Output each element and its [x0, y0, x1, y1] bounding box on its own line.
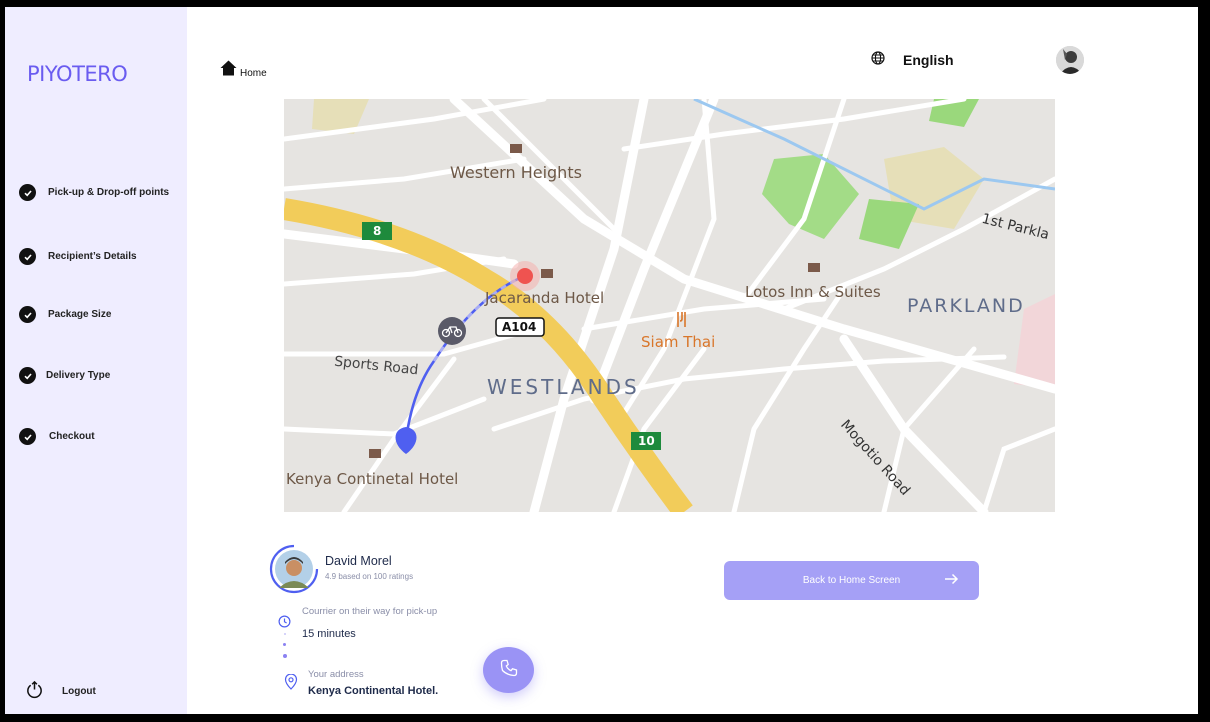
timeline-dot — [284, 633, 286, 635]
step-label: Checkout — [49, 431, 95, 442]
logout-button[interactable]: Logout — [25, 680, 96, 702]
route-label-a104: A104 — [502, 320, 537, 334]
check-icon — [19, 306, 36, 323]
pickup-marker[interactable] — [517, 268, 533, 284]
step-label: Recipient’s Details — [48, 251, 137, 262]
clock-icon — [278, 615, 291, 633]
timeline-dot — [283, 643, 286, 646]
check-icon — [19, 184, 36, 201]
timeline-dot — [283, 654, 287, 658]
map-label-parkland: PARKLAND — [907, 295, 1025, 317]
map-label-westlands: WESTLANDS — [487, 375, 640, 399]
language-label: English — [903, 51, 954, 68]
user-avatar[interactable] — [1056, 46, 1084, 74]
map-view[interactable]: Western Heights Jacaranda Hotel Lotos In… — [284, 99, 1055, 512]
arrow-right-icon — [944, 573, 959, 588]
back-to-home-button[interactable]: Back to Home Screen — [724, 561, 979, 600]
breadcrumb-home: Home — [240, 68, 267, 79]
power-icon — [25, 680, 44, 702]
courier-name: David Morel — [325, 554, 392, 568]
check-icon — [19, 428, 36, 445]
app-logo[interactable]: PIYOTERO — [27, 62, 128, 86]
address-label: Your address — [308, 669, 364, 680]
courier-avatar[interactable] — [269, 544, 319, 594]
route-label-8: 8 — [373, 224, 382, 238]
location-pin-icon — [284, 673, 298, 695]
step-checkout[interactable]: Checkout — [19, 428, 95, 445]
home-icon — [220, 60, 237, 79]
language-selector[interactable]: English — [871, 51, 954, 68]
courier-status-label: Courrier on their way for pick-up — [302, 606, 438, 617]
route-label-10: 10 — [638, 434, 655, 448]
globe-icon — [871, 51, 885, 68]
main-content: Home English Western Heights Jacaranda H… — [187, 7, 1198, 714]
sidebar: PIYOTERO Pick-up & Drop-off points Recip… — [5, 7, 187, 714]
step-recipient-details[interactable]: Recipient’s Details — [19, 248, 137, 265]
courier-eta: 15 minutes — [302, 628, 356, 640]
step-pickup-dropoff[interactable]: Pick-up & Drop-off points — [19, 184, 169, 201]
check-icon — [19, 248, 36, 265]
step-package-size[interactable]: Package Size — [19, 306, 111, 323]
step-delivery-type[interactable]: Delivery Type — [19, 367, 110, 384]
app-window: PIYOTERO Pick-up & Drop-off points Recip… — [5, 7, 1198, 714]
step-label: Pick-up & Drop-off points — [48, 187, 170, 198]
map-label-lotos: Lotos Inn & Suites — [745, 283, 881, 301]
map-label-siam: Siam Thai — [641, 333, 716, 351]
map-label-western-heights: Western Heights — [450, 163, 582, 182]
address-value: Kenya Continental Hotel. — [308, 685, 439, 697]
back-to-home-label: Back to Home Screen — [802, 575, 901, 586]
logout-label: Logout — [62, 685, 96, 697]
call-courier-button[interactable] — [483, 647, 534, 693]
check-icon — [19, 367, 36, 384]
breadcrumb[interactable]: Home — [220, 60, 267, 79]
step-label: Package Size — [48, 309, 112, 320]
step-label: Delivery Type — [46, 370, 111, 381]
map-label-jacaranda: Jacaranda Hotel — [485, 289, 605, 307]
phone-icon — [499, 658, 519, 683]
courier-rating: 4.9 based on 100 ratings — [325, 572, 414, 581]
map-label-kenya-hotel: Kenya Continetal Hotel — [286, 470, 459, 488]
